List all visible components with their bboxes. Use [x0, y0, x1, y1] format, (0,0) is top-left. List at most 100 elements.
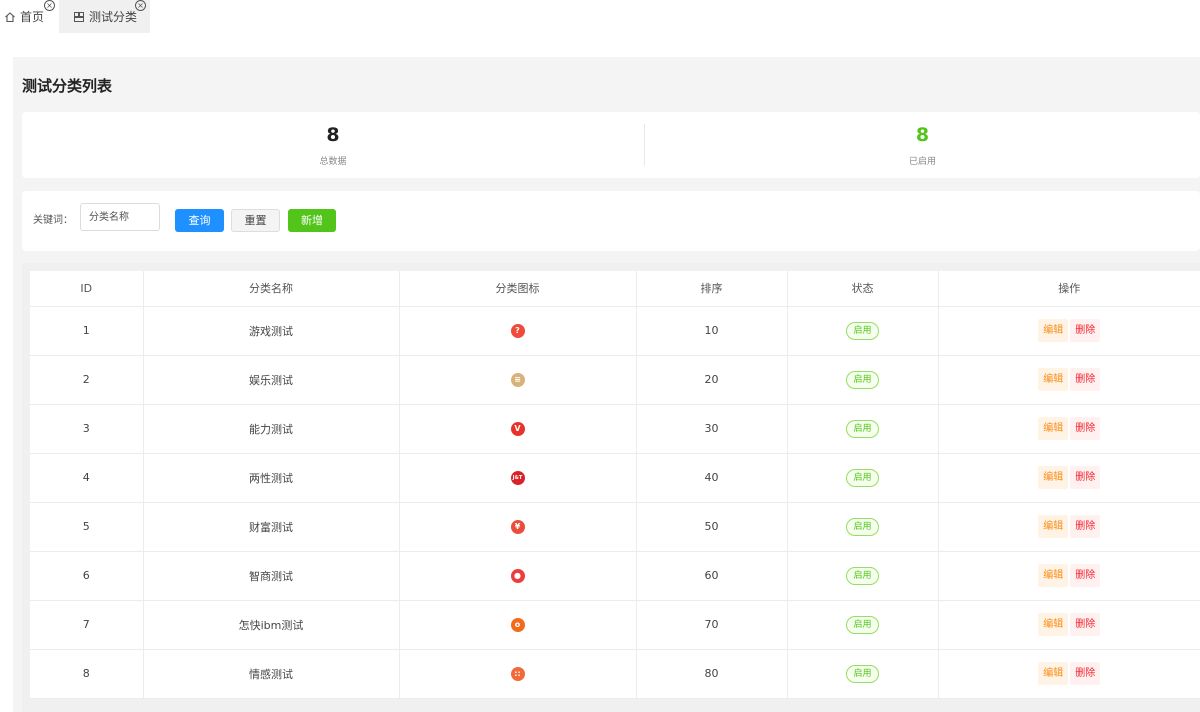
status-badge: 启用 — [846, 321, 879, 340]
header-icon: 分类图标 — [399, 271, 637, 307]
add-button[interactable]: 新增 — [288, 209, 336, 232]
cell-id: 2 — [30, 355, 144, 405]
cell-id: 7 — [30, 600, 144, 650]
delete-button[interactable]: 删除 — [1070, 613, 1101, 636]
cell-name: 娱乐测试 — [143, 355, 400, 405]
edit-button[interactable]: 编辑 — [1038, 564, 1069, 587]
edit-button[interactable]: 编辑 — [1038, 319, 1069, 342]
edit-button[interactable]: 编辑 — [1038, 515, 1069, 538]
close-icon[interactable]: × — [44, 0, 55, 11]
status-badge: 启用 — [846, 615, 879, 634]
grid-icon: :: — [510, 666, 525, 681]
edit-button[interactable]: 编辑 — [1038, 368, 1069, 391]
cell-id: 8 — [30, 649, 144, 699]
reset-button[interactable]: 重置 — [231, 209, 280, 232]
edit-button[interactable]: 编辑 — [1038, 417, 1069, 440]
table-row: 6 智商测试 ● 60 启用 编辑 删除 — [30, 551, 1200, 601]
status-badge: 启用 — [846, 419, 879, 438]
header-sort: 排序 — [636, 271, 788, 307]
cell-icon: ● — [399, 551, 637, 601]
query-button[interactable]: 查询 — [175, 209, 224, 232]
status-badge: 启用 — [846, 566, 879, 585]
cell-sort: 30 — [636, 404, 788, 454]
cell-status: 启用 — [787, 404, 939, 454]
tab-home-label: 首页 — [20, 10, 45, 24]
delete-button[interactable]: 删除 — [1070, 417, 1101, 440]
cell-icon: J&T — [399, 453, 637, 503]
tab-category-label: 测试分类 — [89, 10, 138, 24]
cell-name: 能力测试 — [143, 404, 400, 454]
delete-button[interactable]: 删除 — [1070, 662, 1101, 685]
header-status: 状态 — [787, 271, 939, 307]
edit-button[interactable]: 编辑 — [1038, 662, 1069, 685]
jt-icon: J&T — [510, 470, 525, 485]
tab-bar: 首页 × 测试分类 × — [0, 0, 1200, 33]
stat-enabled: 8 已启用 — [645, 112, 1200, 178]
cell-id: 4 — [30, 453, 144, 503]
delete-button[interactable]: 删除 — [1070, 515, 1101, 538]
cell-name: 游戏测试 — [143, 306, 400, 356]
keyword-label: 关键词： — [33, 215, 73, 226]
home-icon — [5, 11, 15, 22]
cell-icon: ? — [399, 306, 637, 356]
cell-name: 智商测试 — [143, 551, 400, 601]
cell-sort: 10 — [636, 306, 788, 356]
cell-sort: 80 — [636, 649, 788, 699]
cell-ops: 编辑 删除 — [938, 306, 1200, 356]
cell-ops: 编辑 删除 — [938, 355, 1200, 405]
v-icon: V — [510, 421, 525, 436]
cell-status: 启用 — [787, 551, 939, 601]
table-container: ID 分类名称 分类图标 排序 状态 操作 1 游戏测试? 10 启用 编辑 删除 2 娱乐测… — [22, 263, 1200, 712]
delete-button[interactable]: 删除 — [1070, 564, 1101, 587]
table-row: 2 娱乐测试 ≡ 20 启用 编辑 删除 — [30, 355, 1200, 405]
delete-button[interactable]: 删除 — [1070, 368, 1101, 391]
cell-id: 5 — [30, 502, 144, 552]
close-icon[interactable]: × — [135, 0, 146, 11]
cell-status: 启用 — [787, 502, 939, 552]
cell-status: 启用 — [787, 355, 939, 405]
header-id: ID — [30, 271, 144, 307]
cell-sort: 20 — [636, 355, 788, 405]
cell-icon: ≡ — [399, 355, 637, 405]
cell-ops: 编辑 删除 — [938, 649, 1200, 699]
cell-icon: :: — [399, 649, 637, 699]
keyword-input[interactable] — [80, 203, 160, 231]
cell-name: 两性测试 — [143, 453, 400, 503]
cell-status: 启用 — [787, 649, 939, 699]
cell-id: 3 — [30, 404, 144, 454]
status-badge: 启用 — [846, 517, 879, 536]
edit-button[interactable]: 编辑 — [1038, 613, 1069, 636]
main-content: 测试分类列表 8 总数据 8 已启用 关键词： 查询 重置 新增 ID 分类名称… — [13, 57, 1200, 712]
cell-sort: 70 — [636, 600, 788, 650]
table-row: 8 情感测试:: 80 启用 编辑 删除 — [30, 649, 1200, 699]
category-table: ID 分类名称 分类图标 排序 状态 操作 1 游戏测试? 10 启用 编辑 删除 2 娱乐测… — [30, 271, 1200, 699]
stats-panel: 8 总数据 8 已启用 — [22, 112, 1200, 178]
status-badge: 启用 — [846, 370, 879, 389]
cell-ops: 编辑 删除 — [938, 502, 1200, 552]
tab-home[interactable]: 首页 × — [4, 0, 56, 33]
status-badge: 启用 — [846, 468, 879, 487]
cell-status: 启用 — [787, 600, 939, 650]
header-name: 分类名称 — [143, 271, 400, 307]
page-title: 测试分类列表 — [22, 77, 113, 95]
cell-status: 启用 — [787, 306, 939, 356]
cell-name: 情感测试 — [143, 649, 400, 699]
cell-sort: 60 — [636, 551, 788, 601]
stat-total-label: 总数据 — [319, 157, 347, 167]
delete-button[interactable]: 删除 — [1070, 466, 1101, 489]
delete-button[interactable]: 删除 — [1070, 319, 1101, 342]
cell-id: 1 — [30, 306, 144, 356]
table-row: 1 游戏测试? 10 启用 编辑 删除 — [30, 306, 1200, 356]
cell-ops: 编辑 删除 — [938, 551, 1200, 601]
table-row: 3 能力测试 V 30 启用 编辑 删除 — [30, 404, 1200, 454]
stat-enabled-value: 8 — [915, 124, 930, 146]
stat-total: 8 总数据 — [22, 112, 644, 178]
tab-category[interactable]: 测试分类 × — [59, 0, 150, 33]
question-icon: ? — [510, 323, 525, 338]
cell-icon: ¥ — [399, 502, 637, 552]
header-ops: 操作 — [938, 271, 1200, 307]
edit-button[interactable]: 编辑 — [1038, 466, 1069, 489]
entertainment-icon: ≡ — [510, 372, 525, 387]
table-row: 4 两性测试 J&T 40 启用 编辑 删除 — [30, 453, 1200, 503]
user-icon: ● — [510, 568, 525, 583]
